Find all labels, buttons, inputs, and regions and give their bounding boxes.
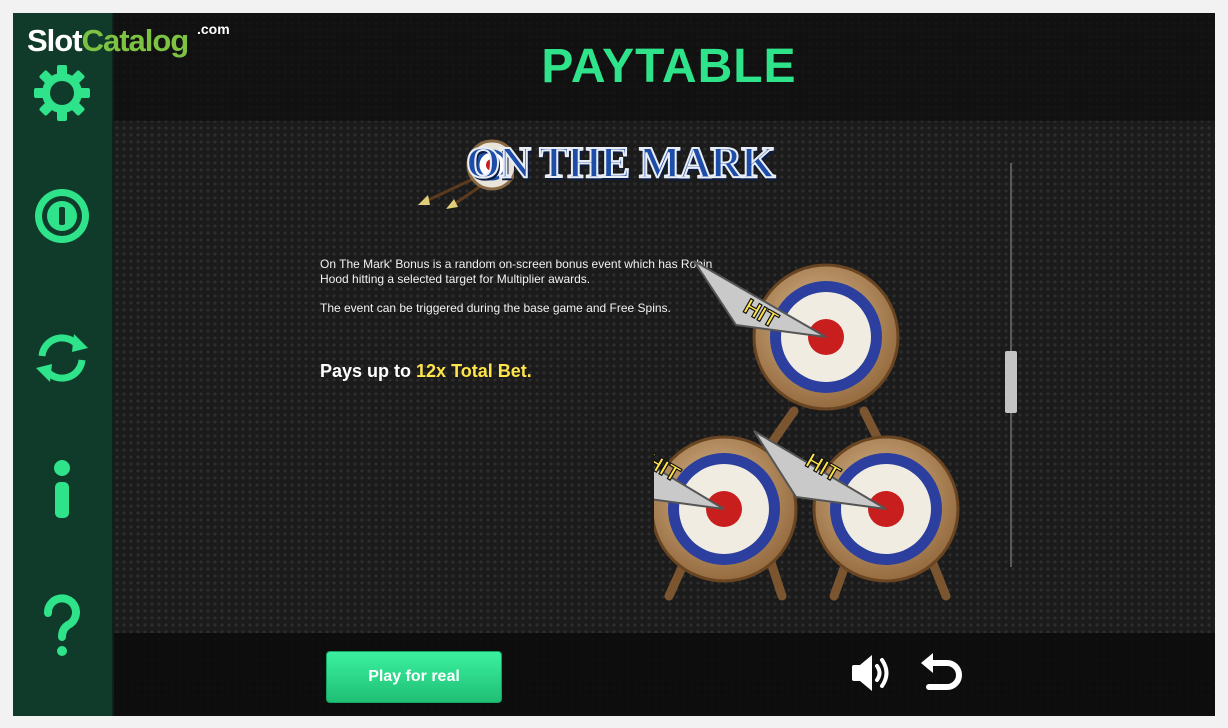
info-icon xyxy=(54,460,70,518)
back-button[interactable] xyxy=(917,649,965,702)
footer-bar xyxy=(114,633,1215,716)
pays-prefix: Pays up to xyxy=(320,361,417,381)
pays-highlight: 12x Total Bet. xyxy=(416,361,532,381)
game-logo: ON THE MARK xyxy=(414,133,794,213)
undo-arrow-icon xyxy=(921,653,962,690)
logo-com: .com xyxy=(197,21,230,37)
scrollbar-thumb[interactable] xyxy=(1005,351,1017,414)
page-title: PAYTABLE xyxy=(541,40,797,93)
logo-catalog: Catalog xyxy=(81,23,190,58)
coin-icon xyxy=(35,189,89,243)
pays-text: Pays up to 12x Total Bet. xyxy=(320,361,532,382)
play-for-real-button[interactable]: Play for real xyxy=(326,651,502,703)
bet-button[interactable] xyxy=(27,181,97,251)
targets-illustration: HIT HIT HIT xyxy=(654,260,960,601)
question-icon xyxy=(44,594,80,656)
sound-button[interactable] xyxy=(848,649,896,702)
game-logo-text: ON THE MARK xyxy=(465,137,776,188)
game-frame: PAYTABLE ON THE MARK On The Mark' Bonus … xyxy=(13,13,1215,716)
settings-button[interactable] xyxy=(27,58,97,128)
autoplay-button[interactable] xyxy=(27,323,97,393)
paytable-panel: PAYTABLE ON THE MARK On The Mark' Bonus … xyxy=(114,13,1215,716)
help-button[interactable] xyxy=(27,593,97,663)
info-button[interactable] xyxy=(27,456,97,526)
speaker-icon xyxy=(852,655,889,691)
refresh-icon xyxy=(36,334,88,382)
logo-slot: Slot xyxy=(27,23,83,58)
gear-icon xyxy=(34,65,90,121)
slotcatalog-logo: SlotCatalog .com xyxy=(27,21,230,59)
sidebar xyxy=(13,13,114,716)
